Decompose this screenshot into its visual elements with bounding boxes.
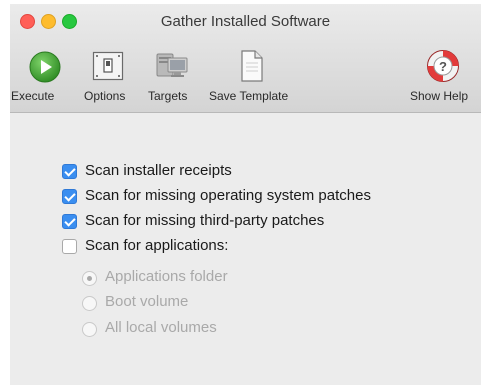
scan-installer-receipts-option[interactable]: Scan installer receipts	[62, 162, 462, 182]
app-window: Gather Installed Software Execute Option…	[10, 4, 481, 385]
window-title: Gather Installed Software	[160, 13, 331, 30]
computers-icon	[155, 50, 189, 87]
scan-installer-receipts-checkbox[interactable]	[62, 164, 77, 179]
radio-all-local-volumes[interactable]: All local volumes	[82, 319, 382, 339]
scan-installer-receipts-label: Scan installer receipts	[85, 162, 232, 179]
radio-applications-folder[interactable]: Applications folder	[82, 268, 382, 288]
scan-os-patches-option[interactable]: Scan for missing operating system patche…	[62, 187, 462, 207]
all-local-volumes-radio[interactable]	[82, 322, 97, 337]
radio-boot-volume[interactable]: Boot volume	[82, 293, 382, 313]
scan-third-party-patches-option[interactable]: Scan for missing third-party patches	[62, 212, 462, 232]
applications-folder-label: Applications folder	[105, 268, 228, 285]
all-local-volumes-label: All local volumes	[105, 319, 217, 336]
lifebuoy-help-icon: ?	[426, 49, 460, 88]
options-panel: Scan installer receipts Scan for missing…	[10, 113, 481, 385]
toolbar: Gather Installed Software Execute Option…	[10, 4, 481, 113]
targets-button[interactable]: Targets	[142, 48, 202, 108]
scan-os-patches-label: Scan for missing operating system patche…	[85, 187, 371, 204]
scan-applications-checkbox[interactable]	[62, 239, 77, 254]
options-label: Options	[84, 89, 126, 103]
scan-applications-label: Scan for applications:	[85, 237, 229, 254]
save-template-button[interactable]: Save Template	[206, 48, 306, 108]
applications-folder-radio[interactable]	[82, 271, 97, 286]
boot-volume-radio[interactable]	[82, 296, 97, 311]
execute-button[interactable]: Execute	[10, 48, 76, 108]
document-icon	[239, 49, 265, 88]
boot-volume-label: Boot volume	[105, 293, 189, 310]
switch-icon	[92, 50, 124, 87]
targets-label: Targets	[148, 89, 188, 103]
show-help-button[interactable]: ? Show Help	[406, 48, 481, 108]
options-button[interactable]: Options	[78, 48, 140, 108]
save-template-label: Save Template	[209, 89, 289, 103]
play-icon	[29, 51, 61, 88]
scan-applications-option[interactable]: Scan for applications:	[62, 237, 462, 257]
scan-third-party-patches-label: Scan for missing third-party patches	[85, 212, 325, 229]
scan-os-patches-checkbox[interactable]	[62, 189, 77, 204]
svg-text:?: ?	[439, 59, 447, 74]
show-help-label: Show Help	[410, 89, 469, 103]
execute-label: Execute	[11, 89, 55, 103]
scan-third-party-patches-checkbox[interactable]	[62, 214, 77, 229]
